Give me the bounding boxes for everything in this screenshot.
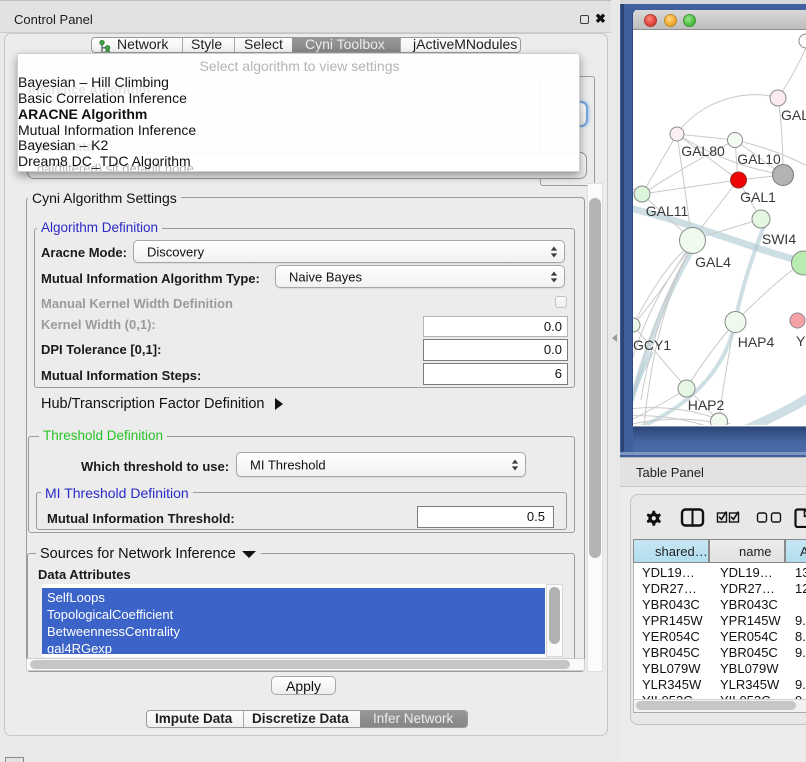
- svg-text:HAP2: HAP2: [688, 397, 725, 413]
- svg-text:GAL10: GAL10: [737, 151, 781, 167]
- svg-text:GAL80: GAL80: [681, 143, 725, 159]
- svg-text:SWI4: SWI4: [762, 231, 796, 247]
- svg-text:Y: Y: [796, 333, 806, 349]
- svg-text:GAL7: GAL7: [781, 107, 806, 123]
- svg-text:GCY1: GCY1: [633, 337, 671, 353]
- svg-text:GAL4: GAL4: [695, 254, 731, 270]
- svg-text:GAL11: GAL11: [646, 203, 689, 219]
- svg-text:GAL1: GAL1: [740, 189, 776, 205]
- svg-text:HAP4: HAP4: [738, 334, 775, 350]
